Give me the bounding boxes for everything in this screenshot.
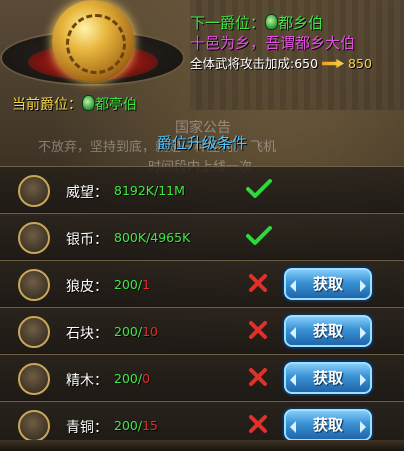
wolf-pelt-icon xyxy=(18,269,50,301)
current-rank: 当前爵位： 都亭伯 xyxy=(12,94,137,114)
requirement-value: 8192K/11M xyxy=(114,183,185,198)
requirement-value: 800K/4965K xyxy=(114,230,191,245)
requirement-value: 200/15 xyxy=(114,418,158,433)
requirement-need: 1 xyxy=(142,277,151,292)
requirement-row: 威望： 8192K/11M xyxy=(0,166,404,213)
requirement-row: 银币： 800K/4965K xyxy=(0,213,404,260)
current-rank-value: 都亭伯 xyxy=(95,97,137,113)
jade-icon xyxy=(265,14,279,30)
requirement-value: 200/0 xyxy=(114,371,151,386)
cross-icon xyxy=(248,320,268,340)
requirement-have: 800K xyxy=(114,230,147,245)
attack-to: 850 xyxy=(348,56,372,71)
requirement-need: 4965K xyxy=(150,230,191,245)
requirement-value: 200/10 xyxy=(114,324,158,339)
requirement-name: 精木： xyxy=(66,373,108,389)
requirement-need: 10 xyxy=(142,324,158,339)
panel-title: 爵位升级条件 xyxy=(156,134,247,152)
requirement-value: 200/1 xyxy=(114,277,151,292)
requirement-row: 精木： 200/0 获取 xyxy=(0,354,404,401)
requirement-have: 200 xyxy=(114,371,138,386)
next-rank-value: 都乡伯 xyxy=(278,14,324,32)
next-rank-label: 下一爵位： xyxy=(190,14,266,32)
requirement-need: 11M xyxy=(158,183,185,198)
current-rank-label: 当前爵位： xyxy=(12,97,82,113)
requirement-have: 200 xyxy=(114,277,138,292)
check-icon xyxy=(246,226,272,246)
requirement-row: 石块： 200/10 获取 xyxy=(0,307,404,354)
attack-bonus-label: 全体武将攻击加成: xyxy=(190,56,295,71)
requirement-need: 0 xyxy=(142,371,151,386)
rank-description: 十邑为乡，吾谓都乡大伯 xyxy=(190,34,356,52)
cross-icon xyxy=(248,414,268,434)
get-button[interactable]: 获取 xyxy=(282,266,374,302)
gold-seal-icon xyxy=(52,0,134,82)
arrow-right-icon xyxy=(322,59,345,68)
get-button[interactable]: 获取 xyxy=(282,313,374,349)
stone-icon xyxy=(18,316,50,348)
attack-from: 650 xyxy=(294,56,319,71)
requirement-name: 石块： xyxy=(66,326,108,342)
requirement-name: 狼皮： xyxy=(66,279,108,295)
wood-icon xyxy=(18,363,50,395)
requirement-row: 狼皮： 200/1 获取 xyxy=(0,260,404,307)
bottom-bar xyxy=(0,440,404,451)
requirement-name: 青铜： xyxy=(66,420,108,436)
requirement-need: 15 xyxy=(142,418,158,433)
requirement-have: 8192K xyxy=(114,183,155,198)
requirement-name: 银币： xyxy=(66,232,108,248)
jade-icon xyxy=(18,175,50,207)
requirement-name: 威望： xyxy=(66,185,108,201)
check-icon xyxy=(246,179,272,199)
bronze-icon xyxy=(18,410,50,442)
requirements-list: 威望： 8192K/11M 银币： 800K/4965K 狼皮： 200/1 获取 石块： 20… xyxy=(0,166,404,448)
jade-icon xyxy=(82,95,95,111)
requirement-have: 200 xyxy=(114,324,138,339)
get-button[interactable]: 获取 xyxy=(282,360,374,396)
cross-icon xyxy=(248,273,268,293)
silver-coin-icon xyxy=(18,222,50,254)
attack-bonus: 全体武将攻击加成:650 850 xyxy=(190,53,372,72)
requirement-have: 200 xyxy=(114,418,138,433)
get-button[interactable]: 获取 xyxy=(282,407,374,443)
rank-emblem xyxy=(0,0,190,92)
cross-icon xyxy=(248,367,268,387)
next-rank: 下一爵位： 都乡伯 xyxy=(190,12,323,33)
